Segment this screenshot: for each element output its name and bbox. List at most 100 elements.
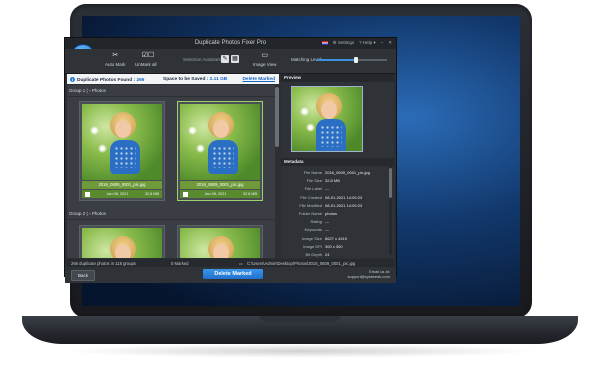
title-bar: Duplicate Photos Fixer Pro ⚙ Settings ? … [65, 38, 396, 49]
group-2-header[interactable]: Group 2 | ▫ Photos [69, 211, 106, 216]
bottom-bar: Back Delete Marked Email us at: support@… [65, 267, 396, 283]
summary-bar: i Duplicate Photos Found : 266 Space to b… [67, 74, 279, 84]
space-value: 2.11 GB [209, 76, 228, 82]
group-1-sub: Photos [91, 88, 106, 93]
close-icon[interactable]: ✕ [388, 40, 392, 46]
metadata-key: Keywords [304, 227, 322, 233]
metadata-value: 300 x 300 [325, 243, 343, 249]
matching-level-slider[interactable] [317, 57, 387, 63]
metadata-key: Bit Depth [305, 251, 322, 257]
photo-size: 32.8 MB [242, 192, 257, 196]
photo-size: 32.8 MB [144, 192, 159, 196]
selection-assistant-label: Selection Assistant [183, 57, 221, 62]
photo-card[interactable]: 2016_0609_0001_pic.jpg Jan 08, 2021 32.8… [177, 101, 263, 201]
metadata-scroll-thumb[interactable] [389, 168, 392, 198]
image-view-label: Image View [253, 62, 277, 67]
metadata-row: Keywords --- [283, 227, 388, 235]
metadata-value: 24 [325, 251, 330, 257]
side-panel: Preview Metadata File Name 2016_0609_0001… [281, 74, 394, 265]
group-1-header[interactable]: Group 1 | ▫ Photos [69, 88, 106, 93]
group-2-sub: Photos [91, 211, 106, 216]
status-path: C:\Users\Admin\Desktop\Photos\2016_0609_… [247, 260, 356, 266]
metadata-scrollbar[interactable] [389, 166, 392, 254]
image-view-button[interactable]: ▭ Image View [253, 52, 276, 67]
photo-thumbnail [180, 104, 260, 180]
metadata-key: Rating [310, 219, 322, 225]
app-window: Duplicate Photos Fixer Pro ⚙ Settings ? … [64, 37, 397, 283]
photo-thumbnail [180, 228, 260, 258]
delete-marked-link[interactable]: Delete Marked [242, 77, 275, 82]
title-bar-controls: ⚙ Settings ? Help ▾ – ✕ [321, 40, 392, 46]
metadata-row: File Size 32.8 MB [283, 178, 388, 186]
found-label: Duplicate Photos Found : [77, 77, 136, 83]
group-1-label: Group 1 | [69, 88, 88, 93]
photo-grid: Group 1 | ▫ Photos 2016_0609_0001_pic.jp… [67, 85, 279, 258]
metadata-key: Image Size [301, 235, 322, 241]
metadata-row: File Name 2016_0609_0001_pic.jpg [283, 170, 388, 178]
metadata-row: File Modified 08-01-2021 14:09:23 [283, 203, 388, 211]
matching-level-knob[interactable] [353, 57, 358, 63]
photo-checkbox[interactable] [85, 191, 90, 197]
toolbar: ✂ Auto Mark ☑☐ UnMark all Selection Assi… [65, 49, 396, 74]
metadata-row: File Label --- [283, 186, 388, 194]
matching-level-fill [317, 59, 356, 61]
delete-marked-button[interactable]: Delete Marked [203, 269, 263, 279]
metadata-row: Image DPI 300 x 300 [283, 244, 388, 252]
metadata-value: 08-01-2021 14:09:23 [325, 194, 363, 200]
help-menu[interactable]: ? Help ▾ [359, 40, 376, 46]
laptop-notch [260, 316, 340, 322]
metadata-value: --- [325, 219, 329, 225]
preview-header: Preview [281, 74, 394, 82]
status-marked: 0 Marked [171, 260, 189, 266]
minimize-icon[interactable]: – [381, 40, 384, 46]
metadata-key: File Modified [299, 202, 322, 208]
auto-mark-button[interactable]: ✂ Auto Mark [105, 52, 126, 67]
metadata-key: File Size [306, 178, 322, 184]
settings-menu[interactable]: ⚙ Settings [333, 40, 355, 46]
metadata-value: 6627 x 4419 [325, 235, 348, 241]
status-groups: 266 duplicate photos in 118 groups [71, 260, 136, 266]
unmark-all-label: UnMark all [135, 62, 157, 67]
photo-filename: 2016_0609_0001_pic.jpg [82, 181, 162, 189]
metadata-key: File Name [303, 170, 322, 175]
metadata-value: photos [325, 210, 338, 216]
metadata-row: Folder Name photos [283, 211, 388, 219]
photo-meta: Jan 08, 2021 32.8 MB [180, 190, 260, 198]
selection-assistant-grid-icon[interactable]: ▦ [231, 55, 239, 63]
divider [67, 219, 279, 220]
unmark-icon: ☑☐ [141, 52, 155, 59]
metadata-key: File Label [304, 186, 322, 192]
photo-checkbox[interactable] [183, 191, 188, 197]
photo-meta: Jan 08, 2021 32.8 MB [82, 190, 162, 198]
back-button[interactable]: Back [71, 270, 95, 281]
metadata-row: File Created 08-01-2021 14:09:23 [283, 195, 388, 203]
metadata-table: File Name 2016_0609_0001_pic.jpg File Size… [283, 170, 388, 268]
metadata-value: 08-01-2021 14:09:23 [325, 202, 363, 208]
photo-thumbnail [82, 104, 162, 180]
language-flag-icon[interactable] [321, 41, 328, 45]
laptop-shadow [60, 344, 540, 358]
selection-assistant-tool-icon[interactable]: ✎ [221, 55, 229, 63]
photo-date: Jan 08, 2021 [106, 192, 129, 196]
metadata-row: Rating --- [283, 219, 388, 227]
metadata-value: 2016_0609_0001_pic.jpg [325, 170, 370, 175]
grid-scroll-thumb[interactable] [275, 87, 279, 147]
metadata-value: 32.8 MB [325, 178, 340, 184]
grid-scrollbar[interactable] [275, 85, 279, 258]
unmark-all-button[interactable]: ☑☐ UnMark all [135, 52, 157, 67]
space-label: Space to be Saved : [163, 76, 209, 82]
image-view-icon: ▭ [261, 52, 269, 59]
photo-card[interactable] [177, 225, 263, 258]
group-2-label: Group 2 | [69, 211, 88, 216]
photo-card[interactable] [79, 225, 165, 258]
preview-image [291, 86, 363, 152]
photo-thumbnail [82, 228, 162, 258]
metadata-key: File Created [300, 194, 322, 200]
wand-icon: ✂ [112, 52, 119, 59]
photo-card[interactable]: 2016_0609_0001_pic.jpg Jan 08, 2021 32.8… [79, 101, 165, 201]
auto-mark-label: Auto Mark [105, 62, 126, 67]
photo-filename: 2016_0609_0001_pic.jpg [180, 181, 260, 189]
support-email: Email us at: support@systweak.com [347, 269, 390, 279]
metadata-value: --- [325, 227, 329, 233]
email-value[interactable]: support@systweak.com [347, 274, 390, 279]
